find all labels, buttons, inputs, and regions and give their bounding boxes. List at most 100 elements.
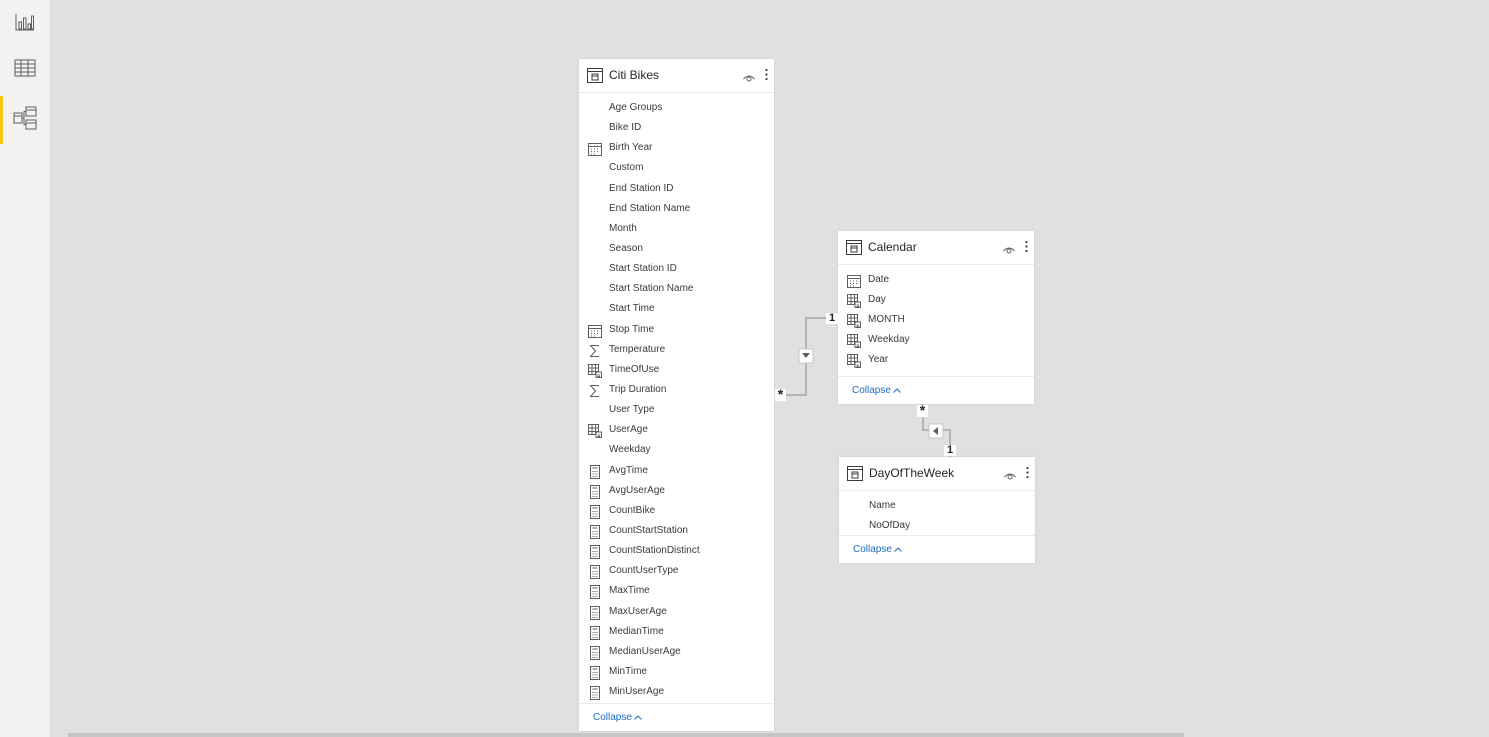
sigma-icon — [588, 344, 602, 358]
field-name: End Station ID — [609, 183, 674, 194]
chevron-up-icon — [893, 388, 901, 393]
field-row[interactable]: UserAge — [579, 421, 774, 441]
field-name: End Station Name — [609, 203, 691, 214]
calculated-column-icon — [847, 294, 861, 308]
field-name: MONTH — [868, 314, 905, 325]
field-row[interactable]: Custom — [579, 159, 774, 179]
field-row[interactable]: Weekday — [579, 441, 774, 461]
field-row[interactable]: MedianUserAge — [579, 643, 774, 663]
horizontal-scrollbar[interactable] — [68, 733, 1184, 737]
field-row[interactable]: CountUserType — [579, 562, 774, 582]
field-row[interactable]: CountBike — [579, 502, 774, 522]
calculator-icon — [588, 545, 602, 559]
table-card-day-of-the-week[interactable]: DayOfTheWeek Collapse Name NoOfDay — [839, 457, 1035, 563]
more-options-icon[interactable] — [1025, 240, 1028, 258]
filter-direction-down-icon — [798, 348, 814, 364]
visibility-eye-icon[interactable] — [1004, 468, 1016, 486]
calculator-icon — [588, 525, 602, 539]
field-row[interactable]: User Type — [579, 401, 774, 421]
field-name: Date — [868, 274, 890, 285]
field-name: Start Station ID — [609, 263, 677, 274]
field-row[interactable]: End Station ID — [579, 180, 774, 200]
field-row[interactable]: Trip Duration — [579, 381, 774, 401]
field-name: Stop Time — [609, 324, 655, 335]
relationship-one-label: 1 — [826, 313, 838, 324]
calculator-icon — [588, 686, 602, 700]
field-name: Temperature — [609, 344, 666, 355]
field-name: Bike ID — [609, 122, 642, 133]
field-row[interactable]: TimeOfUse — [579, 361, 774, 381]
collapse-link[interactable]: Collapse — [593, 712, 642, 723]
field-row[interactable]: Birth Year — [579, 139, 774, 159]
field-row[interactable]: Month — [579, 220, 774, 240]
field-row[interactable]: Day — [838, 291, 1034, 311]
visibility-eye-icon[interactable] — [1003, 242, 1015, 260]
calendar-icon — [847, 274, 861, 288]
field-row[interactable]: AvgTime — [579, 462, 774, 482]
collapse-link[interactable]: Collapse — [853, 544, 902, 555]
calculator-icon — [588, 505, 602, 519]
field-row[interactable]: NoOfDay — [839, 517, 1035, 537]
calculator-icon — [588, 646, 602, 660]
field-name: Weekday — [609, 444, 651, 455]
table-card-header[interactable]: Calendar — [838, 231, 1034, 265]
field-name: Name — [869, 500, 896, 511]
field-name: AvgUserAge — [609, 485, 665, 496]
table-title: DayOfTheWeek — [869, 466, 955, 480]
table-card-header[interactable]: DayOfTheWeek — [839, 457, 1035, 491]
calculator-icon — [588, 666, 602, 680]
field-row[interactable]: CountStationDistinct — [579, 542, 774, 562]
field-row[interactable]: MaxUserAge — [579, 603, 774, 623]
field-name: CountBike — [609, 505, 656, 516]
calculated-column-icon — [847, 354, 861, 368]
calculator-icon — [588, 465, 602, 479]
table-title: Calendar — [868, 240, 917, 254]
table-card-citi-bikes[interactable]: Citi Bikes Collapse Age Groups Bike ID Bir… — [579, 59, 774, 731]
field-row[interactable]: CountStartStation — [579, 522, 774, 542]
field-row[interactable]: Age Groups — [579, 99, 774, 119]
table-card-header[interactable]: Citi Bikes — [579, 59, 774, 93]
field-row[interactable]: Year — [838, 351, 1034, 371]
field-name: TimeOfUse — [609, 364, 660, 375]
field-row[interactable]: Temperature — [579, 341, 774, 361]
table-icon — [846, 240, 862, 260]
chevron-up-icon — [634, 715, 642, 720]
calculated-column-icon — [588, 424, 602, 438]
field-row[interactable]: Start Station ID — [579, 260, 774, 280]
table-icon — [847, 466, 863, 486]
field-row[interactable]: AvgUserAge — [579, 482, 774, 502]
field-name: Season — [609, 243, 643, 254]
field-row[interactable]: Start Station Name — [579, 280, 774, 300]
field-row[interactable]: MinTime — [579, 663, 774, 683]
field-name: Age Groups — [609, 102, 663, 113]
more-options-icon[interactable] — [765, 68, 768, 86]
relationship-many-label: * — [917, 403, 928, 417]
field-row[interactable]: MinUserAge — [579, 683, 774, 703]
field-name: NoOfDay — [869, 520, 911, 531]
table-card-footer: Collapse — [839, 535, 1035, 563]
calculator-icon — [588, 565, 602, 579]
field-row[interactable]: MedianTime — [579, 623, 774, 643]
field-row[interactable]: Season — [579, 240, 774, 260]
calculated-column-icon — [847, 334, 861, 348]
field-name: CountUserType — [609, 565, 679, 576]
field-row[interactable]: Name — [839, 497, 1035, 517]
field-row[interactable]: MaxTime — [579, 582, 774, 602]
field-row[interactable]: Date — [838, 271, 1034, 291]
more-options-icon[interactable] — [1026, 466, 1029, 484]
field-row[interactable]: Start Time — [579, 300, 774, 320]
table-card-calendar[interactable]: Calendar Collapse Date Day MONTH Weekday Yea… — [838, 231, 1034, 404]
field-row[interactable]: End Station Name — [579, 200, 774, 220]
calculator-icon — [588, 626, 602, 640]
collapse-link[interactable]: Collapse — [852, 385, 901, 396]
field-row[interactable]: Weekday — [838, 331, 1034, 351]
field-row[interactable]: MONTH — [838, 311, 1034, 331]
field-row[interactable]: Stop Time — [579, 321, 774, 341]
table-card-footer: Collapse — [838, 376, 1034, 404]
field-row[interactable]: Bike ID — [579, 119, 774, 139]
field-name: Start Time — [609, 303, 655, 314]
visibility-eye-icon[interactable] — [743, 70, 755, 88]
field-name: MinUserAge — [609, 686, 665, 697]
field-name: Custom — [609, 162, 644, 173]
field-name: MinTime — [609, 666, 647, 677]
